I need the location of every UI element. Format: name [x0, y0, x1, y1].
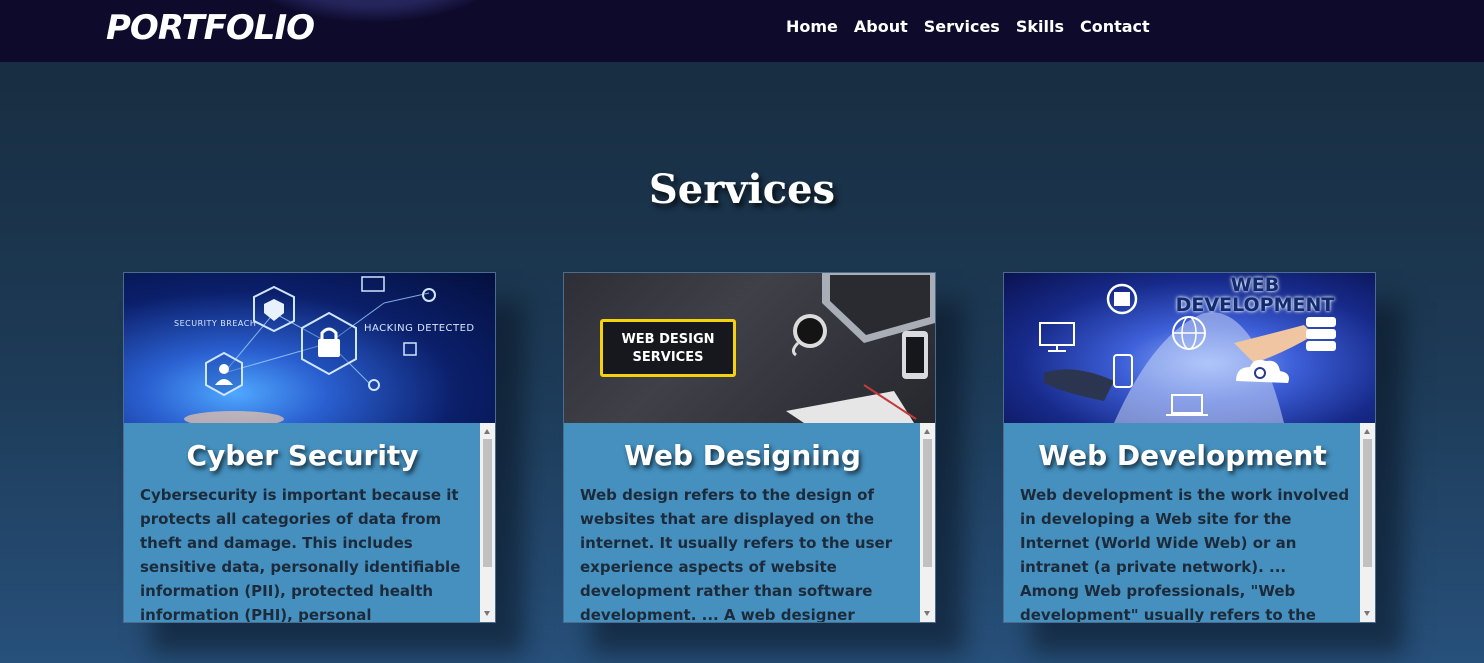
service-card-cyber-security: SECURITY BREACH HACKING DETECTED Cyber S… — [123, 272, 496, 623]
section-title: Services — [648, 166, 836, 213]
cyber-security-illustration — [184, 276, 436, 423]
card-scrollbar[interactable] — [480, 423, 495, 622]
badge-line-2: SERVICES — [632, 350, 704, 365]
phone-icon — [902, 331, 928, 379]
scroll-thumb[interactable] — [1363, 439, 1372, 567]
service-card-web-development: WEB DEVELOPMENT Web Development Web deve… — [1003, 272, 1376, 623]
card-scrollbar[interactable] — [1360, 423, 1375, 622]
card-description: Web design refers to the design of websi… — [580, 486, 893, 622]
phone-icon — [1113, 354, 1133, 388]
web-design-image: WEB DESIGN SERVICES — [564, 273, 935, 423]
service-card-web-designing: WEB DESIGN SERVICES Web Designing Web de… — [563, 272, 936, 623]
coffee-cup-icon — [791, 314, 827, 357]
scroll-up-icon[interactable] — [484, 429, 490, 434]
nav-link-about[interactable]: About — [854, 17, 908, 36]
scroll-up-icon[interactable] — [924, 429, 930, 434]
scroll-up-icon[interactable] — [1364, 429, 1370, 434]
card-scrollbar[interactable] — [920, 423, 935, 622]
shield-icon — [253, 285, 295, 333]
user-icon — [205, 351, 243, 397]
scroll-down-icon[interactable] — [924, 611, 930, 616]
nav-link-services[interactable]: Services — [924, 17, 1000, 36]
scroll-down-icon[interactable] — [1364, 611, 1370, 616]
notebook-icon — [786, 384, 917, 423]
web-design-badge: WEB DESIGN SERVICES — [600, 319, 736, 377]
security-breach-label: SECURITY BREACH — [174, 319, 257, 328]
lock-icon — [301, 311, 357, 376]
web-development-image: WEB DEVELOPMENT — [1004, 273, 1375, 423]
card-title: Web Development — [1038, 439, 1327, 472]
image-title-line-1: WEB — [1230, 274, 1280, 296]
web-development-image-title: WEB DEVELOPMENT — [1160, 275, 1350, 315]
web-development-content[interactable]: Web Development Web development is the w… — [1004, 423, 1375, 622]
card-title: Web Designing — [624, 439, 861, 472]
scroll-thumb[interactable] — [483, 439, 492, 567]
code-sync-icon — [1106, 283, 1138, 315]
scroll-down-icon[interactable] — [484, 611, 490, 616]
web-designing-content[interactable]: Web Designing Web design refers to the d… — [564, 423, 935, 622]
card-description: Web development is the work involved in … — [1020, 486, 1350, 622]
nav-link-skills[interactable]: Skills — [1016, 17, 1064, 36]
hacking-detected-label: HACKING DETECTED — [364, 323, 475, 334]
card-description: Cybersecurity is important because it pr… — [140, 486, 461, 622]
cyber-security-content[interactable]: Cyber Security Cybersecurity is importan… — [124, 423, 495, 622]
scroll-thumb[interactable] — [923, 439, 932, 567]
badge-line-1: WEB DESIGN — [621, 332, 715, 347]
navbar: PORTFOLIO Home About Services Skills Con… — [0, 0, 1484, 62]
brand-logo[interactable]: PORTFOLIO — [106, 8, 315, 48]
monitor-icon — [1039, 322, 1075, 352]
nav-link-contact[interactable]: Contact — [1080, 17, 1150, 36]
nav-link-home[interactable]: Home — [786, 17, 838, 36]
cyber-security-image: SECURITY BREACH HACKING DETECTED — [124, 273, 495, 423]
image-title-line-2: DEVELOPMENT — [1175, 294, 1335, 316]
card-title: Cyber Security — [186, 439, 419, 472]
nav-links: Home About Services Skills Contact — [786, 17, 1166, 36]
database-icon — [1306, 317, 1336, 351]
